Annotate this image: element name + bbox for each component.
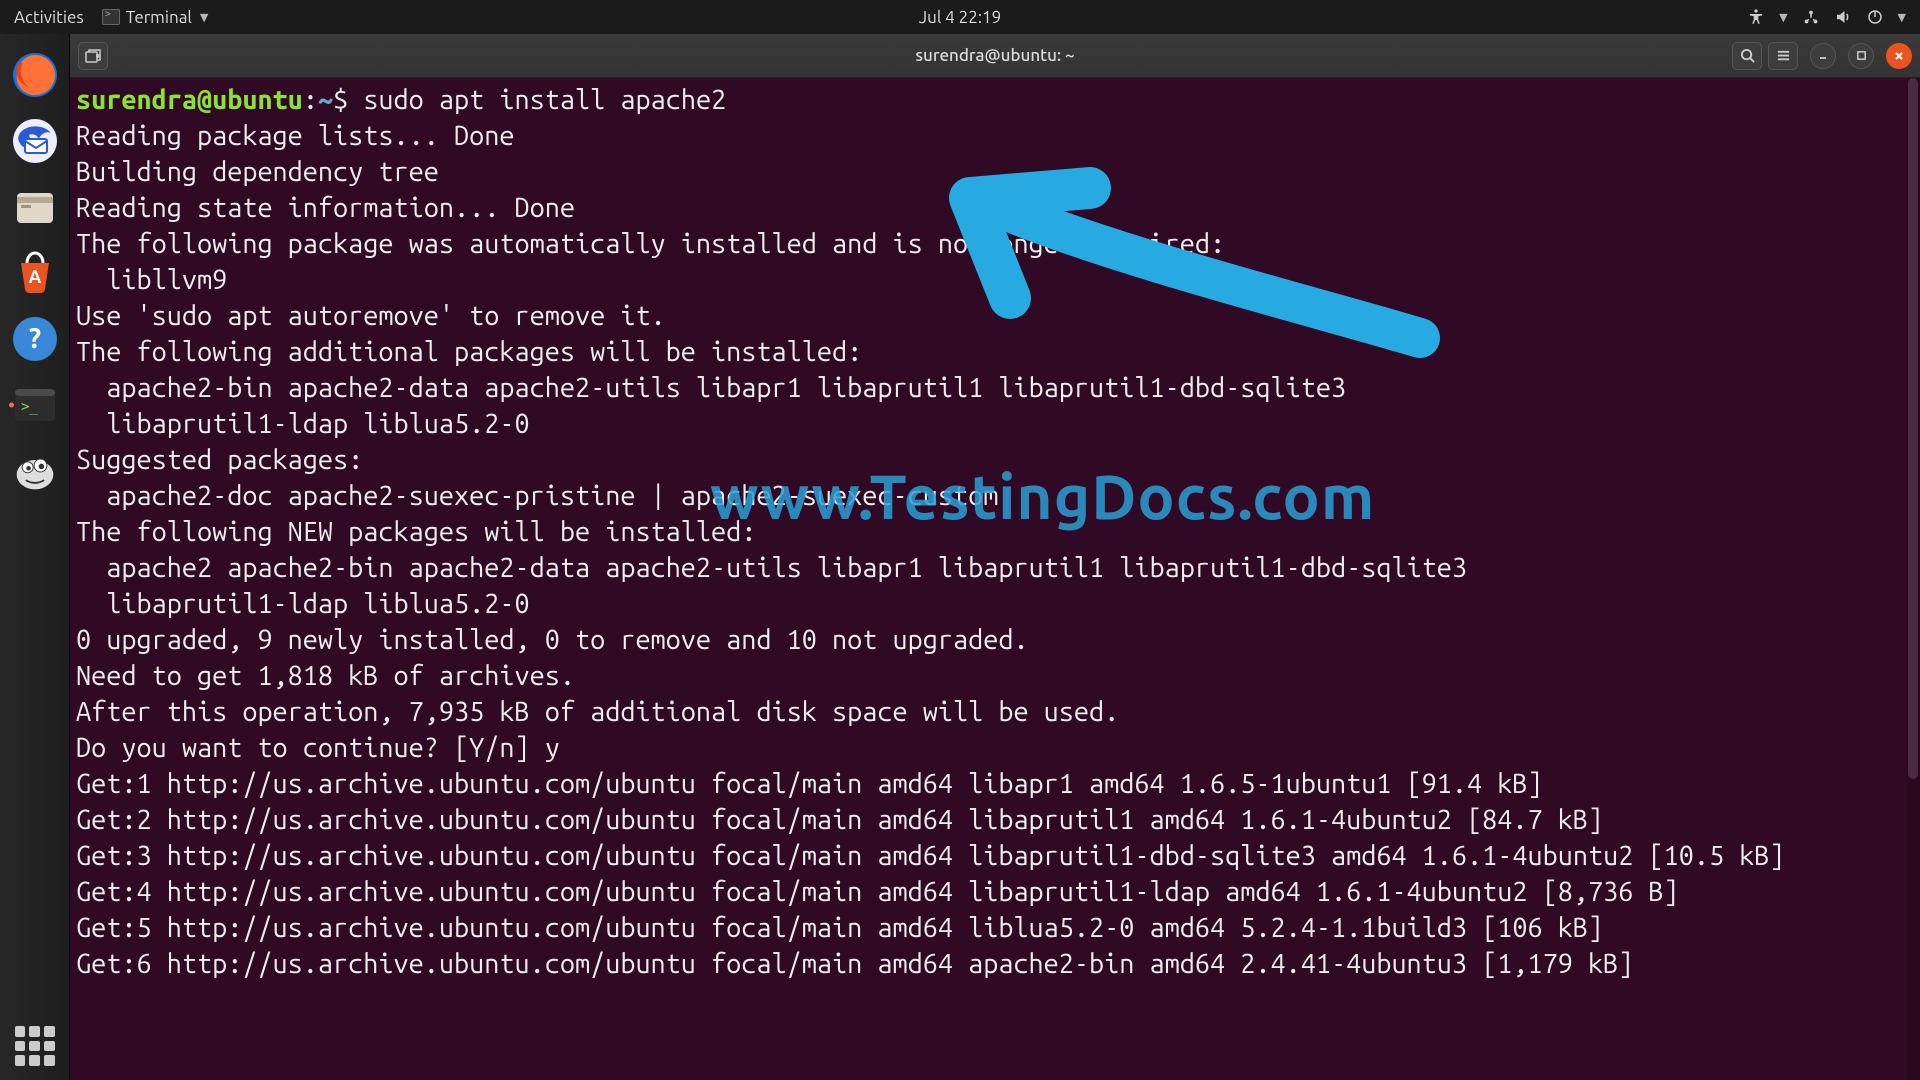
hamburger-menu-button[interactable] [1768, 42, 1798, 70]
clock[interactable]: Jul 4 22:19 [919, 8, 1001, 27]
dock-app-emacs[interactable] [6, 442, 64, 500]
terminal-icon [102, 9, 120, 25]
dock-app-thunderbird[interactable] [6, 112, 64, 170]
dock-app-terminal[interactable]: >_ [6, 376, 64, 434]
chevron-down-icon: ▼ [1779, 11, 1787, 24]
annotation-arrow [940, 158, 1460, 388]
app-menu-label: Terminal [126, 8, 192, 27]
prompt-dollar: $ [333, 85, 363, 115]
dock-app-software[interactable]: A [6, 244, 64, 302]
activities-button[interactable]: Activities [10, 8, 88, 27]
chevron-down-icon: ▼ [1898, 11, 1906, 24]
maximize-button[interactable] [1848, 43, 1874, 69]
terminal-window: surendra@ubuntu: ~ surendr [70, 34, 1920, 1080]
prompt-path: ~ [318, 85, 333, 115]
terminal-output[interactable]: surendra@ubuntu:~$ sudo apt install apac… [70, 78, 1920, 1080]
system-tray[interactable]: ▼ ▼ [1747, 8, 1920, 26]
prompt-user-host: surendra@ubuntu [76, 85, 303, 115]
power-icon[interactable] [1866, 8, 1884, 26]
svg-text:?: ? [28, 323, 40, 354]
window-title: surendra@ubuntu: ~ [915, 46, 1074, 65]
search-button[interactable] [1732, 42, 1762, 70]
top-panel: Activities Terminal ▼ Jul 4 22:19 ▼ ▼ [0, 0, 1920, 34]
accessibility-icon[interactable] [1747, 8, 1765, 26]
titlebar: surendra@ubuntu: ~ [70, 34, 1920, 78]
scrollbar-thumb[interactable] [1908, 78, 1918, 779]
dock-app-help[interactable]: ? [6, 310, 64, 368]
apt-output: Reading package lists... Done Building d… [76, 121, 1785, 979]
new-tab-button[interactable] [78, 42, 108, 70]
app-menu[interactable]: Terminal ▼ [102, 8, 209, 27]
dock-app-files[interactable] [6, 178, 64, 236]
chevron-down-icon: ▼ [200, 11, 208, 24]
scrollbar[interactable] [1906, 78, 1920, 1080]
show-applications-button[interactable] [15, 1026, 55, 1066]
close-button[interactable] [1886, 43, 1912, 69]
dock: A ? >_ [0, 34, 70, 1080]
svg-text:>_: >_ [21, 399, 38, 415]
prompt-separator: : [303, 85, 318, 115]
volume-icon[interactable] [1834, 8, 1852, 26]
svg-text:A: A [28, 267, 41, 287]
dock-app-firefox[interactable] [6, 46, 64, 104]
command-text: sudo apt install apache2 [363, 85, 726, 115]
minimize-button[interactable] [1810, 43, 1836, 69]
network-icon[interactable] [1802, 8, 1820, 26]
running-indicator [9, 403, 14, 408]
